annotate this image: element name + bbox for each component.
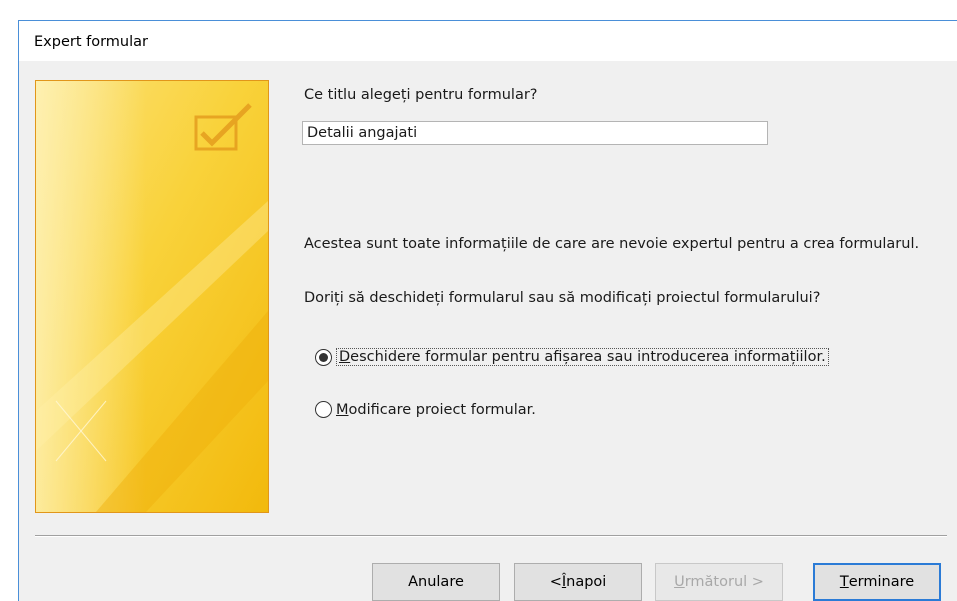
checkbox-check-icon: [36, 81, 268, 512]
title-bar: Expert formular: [19, 21, 957, 61]
radio-modify-design[interactable]: [315, 401, 332, 418]
question-label: Doriți să deschideți formularul sau să m…: [304, 290, 821, 306]
wizard-side-art: [35, 80, 269, 513]
open-form-option[interactable]: Deschidere formular pentru afișarea sau …: [315, 348, 829, 366]
radio-open-form[interactable]: [315, 348, 332, 366]
info-text: Acestea sunt toate informațiile de care …: [304, 236, 920, 252]
next-button[interactable]: Următorul >: [655, 563, 783, 601]
finish-button[interactable]: Terminare: [813, 563, 941, 601]
back-button[interactable]: < Înapoi: [514, 563, 642, 601]
title-prompt-label: Ce titlu alegeți pentru formular?: [304, 87, 538, 103]
modify-design-option[interactable]: Modificare proiect formular.: [315, 401, 536, 418]
form-title-input[interactable]: [302, 121, 768, 145]
modify-design-label: Modificare proiect formular.: [336, 401, 536, 418]
open-form-label: Deschidere formular pentru afișarea sau …: [336, 348, 829, 366]
form-wizard-dialog: Expert formular Ce titlu alegeți pentru …: [18, 20, 957, 601]
footer-separator: [35, 535, 947, 537]
window-title: Expert formular: [34, 34, 148, 50]
cancel-button[interactable]: Anulare: [372, 563, 500, 601]
